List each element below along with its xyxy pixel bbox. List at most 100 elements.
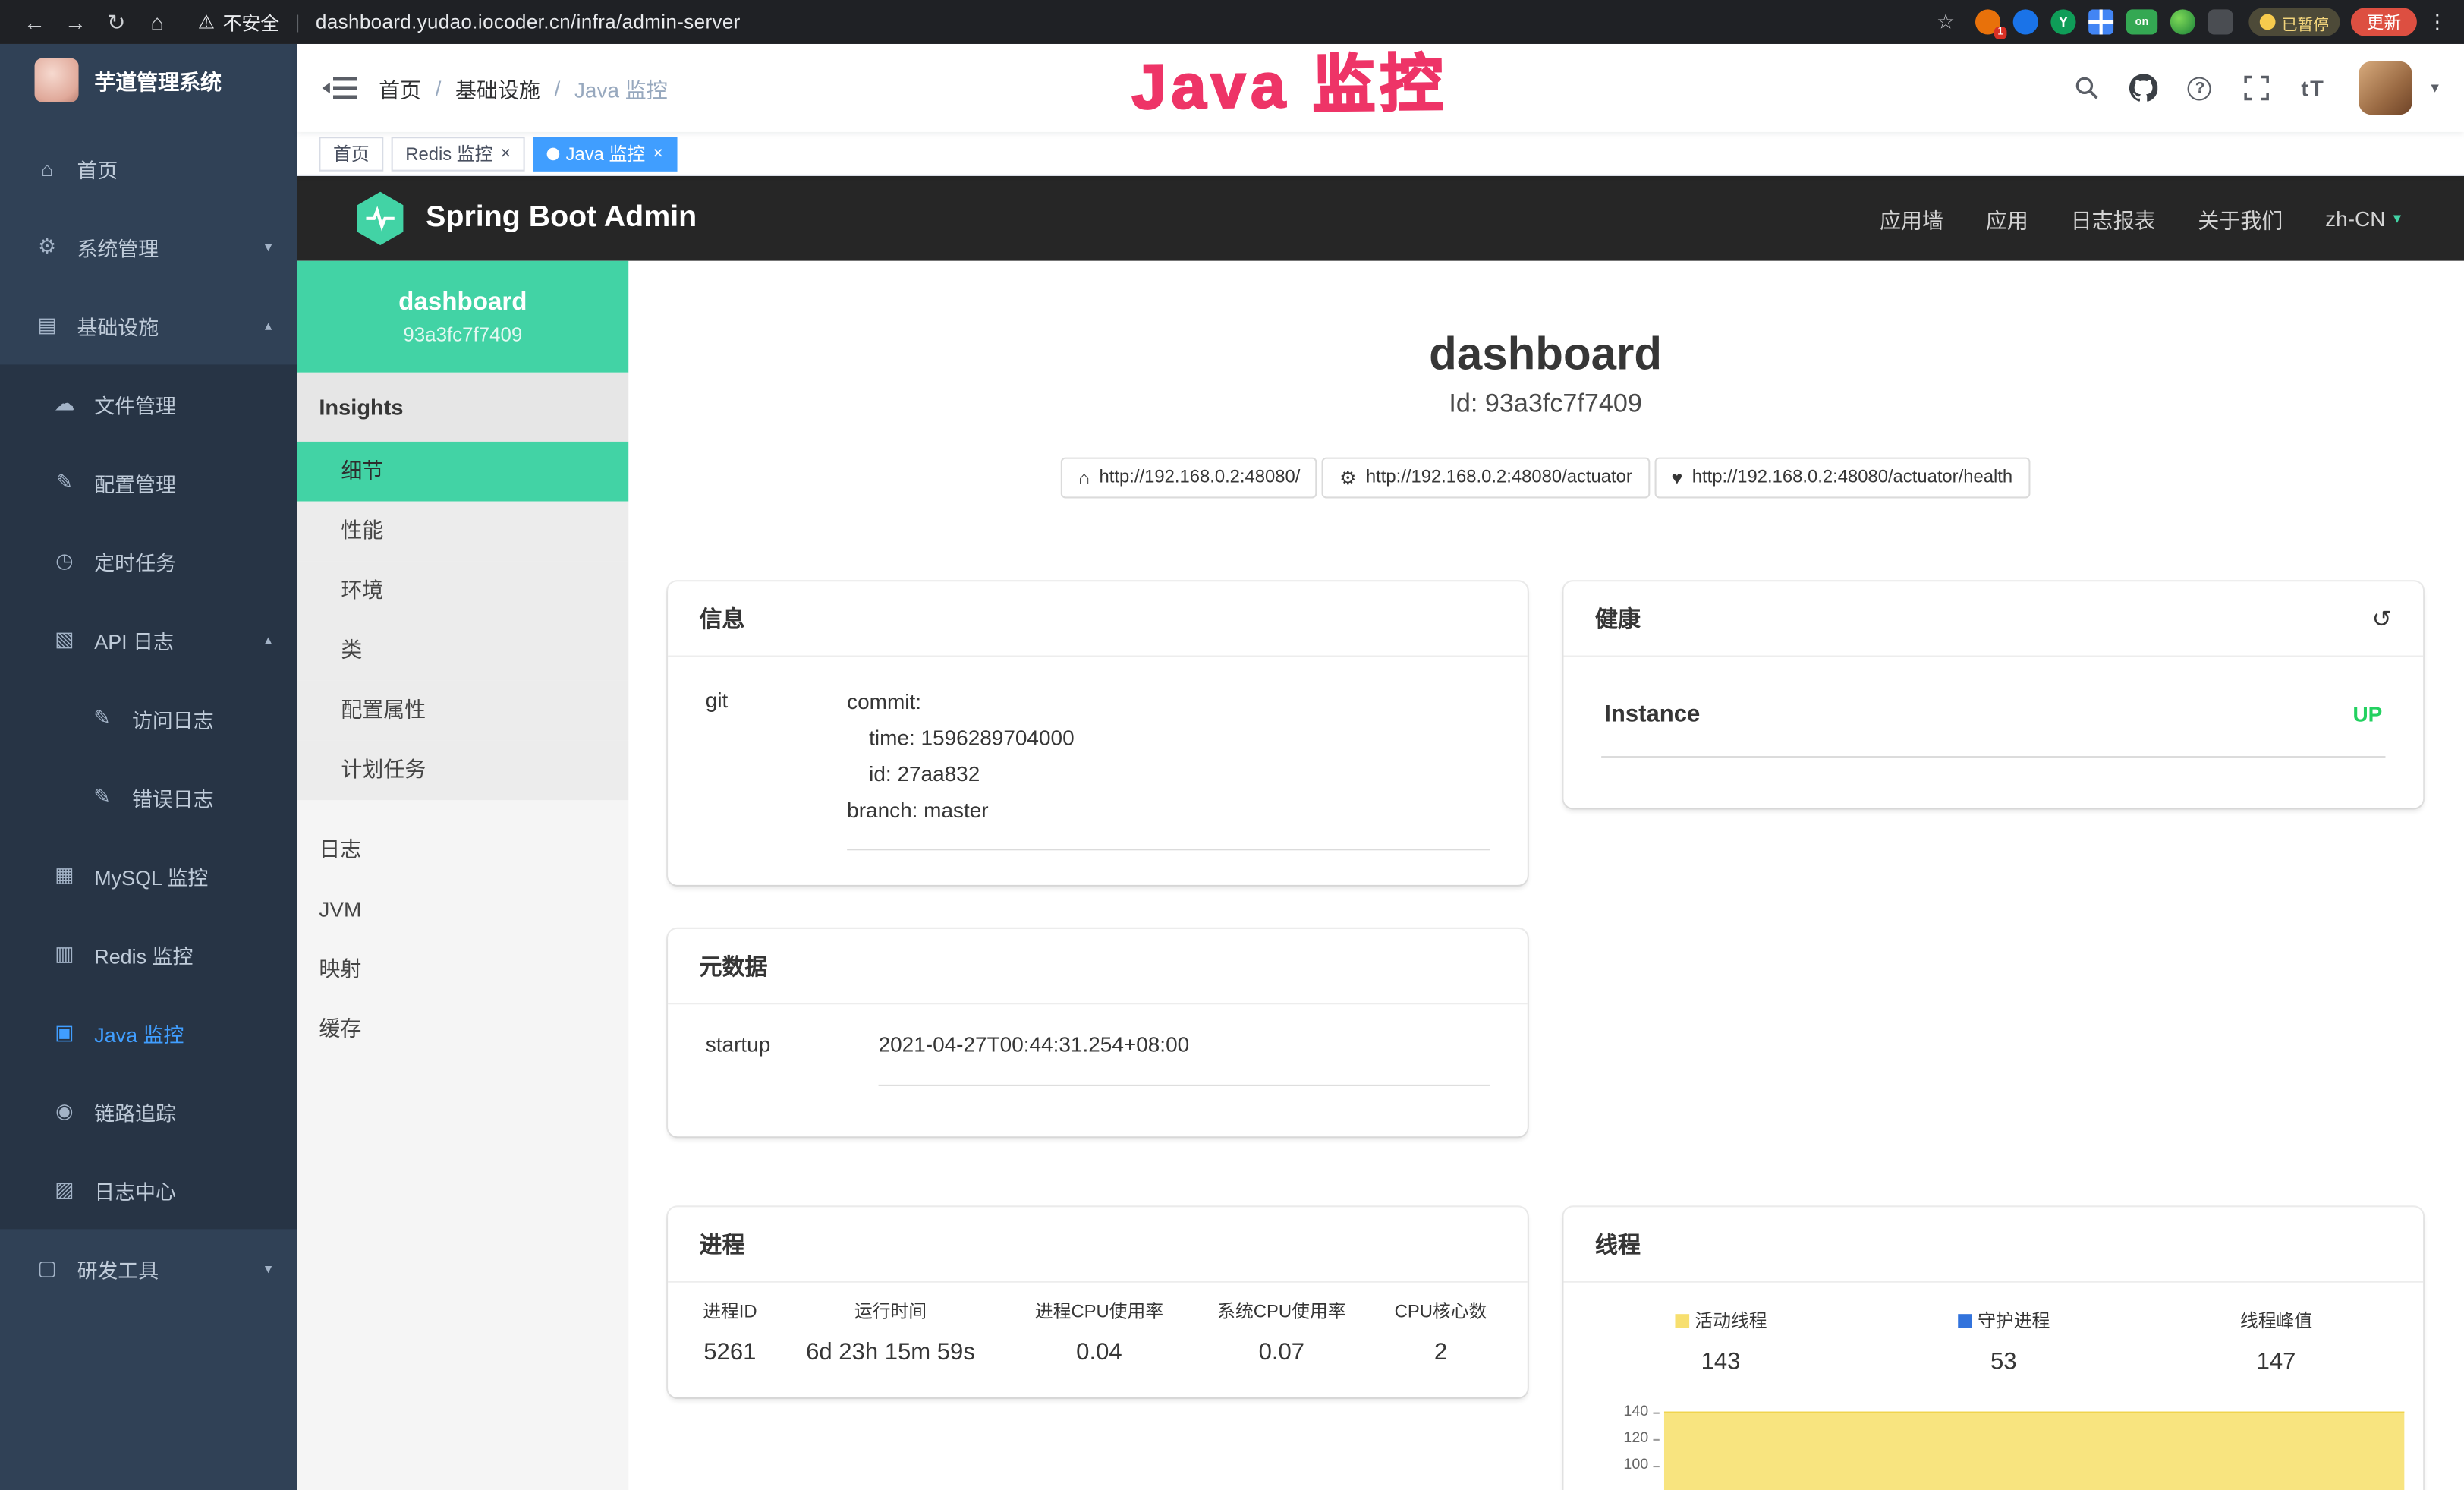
blue-legend-swatch <box>1957 1313 1972 1328</box>
sba-nav-wallboard[interactable]: 应用墙 <box>1880 203 1943 234</box>
git-commit-line: commit: <box>847 685 1490 721</box>
breadcrumb-infrastructure[interactable]: 基础设施 <box>455 72 540 103</box>
close-icon[interactable]: × <box>653 143 663 162</box>
sidebar-item-label: MySQL 监控 <box>94 861 208 890</box>
history-icon[interactable]: ↺ <box>2372 604 2392 632</box>
sidebar-item-label: 基础设施 <box>77 310 159 340</box>
threads-chart-band <box>1664 1412 2404 1490</box>
sba-item-scheduled-tasks[interactable]: 计划任务 <box>297 740 628 800</box>
sidebar-item-infrastructure[interactable]: ▤ 基础设施 ▴ <box>0 286 297 365</box>
card-title: 信息 <box>700 602 745 635</box>
sba-group-insights: Insights <box>297 373 628 442</box>
sba-item-mappings[interactable]: 映射 <box>297 940 628 1000</box>
sidebar-item-home[interactable]: ⌂ 首页 <box>0 129 297 208</box>
extension-leaf-icon[interactable] <box>2170 9 2195 34</box>
sidebar-item-config-mgmt[interactable]: ✎ 配置管理 <box>0 443 297 522</box>
tab-java-monitor[interactable]: Java 监控 × <box>533 136 677 171</box>
sba-item-caches[interactable]: 缓存 <box>297 1000 628 1060</box>
sba-item-classes[interactable]: 类 <box>297 621 628 681</box>
sidebar-item-label: 定时任务 <box>94 547 176 576</box>
breadcrumb-separator: / <box>436 76 442 99</box>
sba-item-logs[interactable]: 日志 <box>297 821 628 880</box>
link-actuator-url[interactable]: ⚙ http://192.168.0.2:48080/actuator <box>1322 458 1649 499</box>
close-icon[interactable]: × <box>501 143 511 162</box>
wrench-icon: ⚙ <box>1339 467 1356 489</box>
sba-item-environment[interactable]: 环境 <box>297 561 628 621</box>
link-health-url[interactable]: ♥ http://192.168.0.2:48080/actuator/heal… <box>1654 458 2030 499</box>
sidebar-item-system-mgmt[interactable]: ⚙ 系统管理 ▾ <box>0 207 297 286</box>
page-title: dashboard <box>668 330 2423 382</box>
collapse-sidebar-button[interactable] <box>323 74 357 102</box>
sba-item-config-properties[interactable]: 配置属性 <box>297 681 628 741</box>
reload-button[interactable]: ↻ <box>97 8 135 35</box>
sba-nav-applications[interactable]: 应用 <box>1986 203 2028 234</box>
forward-button[interactable]: → <box>57 9 95 34</box>
sidebar-item-link-tracing[interactable]: ◉ 链路追踪 <box>0 1072 297 1151</box>
sba-item-details[interactable]: 细节 <box>297 442 628 502</box>
address-bar[interactable]: dashboard.yudao.iocoder.cn/infra/admin-s… <box>316 11 741 33</box>
sidebar-item-label: 首页 <box>77 153 118 183</box>
sidebar-item-scheduled-jobs[interactable]: ◷ 定时任务 <box>0 522 297 601</box>
link-root-url[interactable]: ⌂ http://192.168.0.2:48080/ <box>1061 458 1317 499</box>
card-title: 健康 <box>1595 602 1641 635</box>
metadata-key: startup <box>706 1033 879 1086</box>
process-card: 进程 进程ID 运行时间 进程CPU使用率 系统CPU使用率 CPU <box>668 1207 1528 1397</box>
chevron-down-icon: ▾ <box>2393 209 2401 227</box>
sidebar-item-error-logs[interactable]: ✎ 错误日志 <box>0 758 297 836</box>
paused-label: 已暂停 <box>2282 10 2329 33</box>
sidebar-item-java-monitor[interactable]: ▣ Java 监控 <box>0 994 297 1073</box>
sidebar-item-label: Java 监控 <box>94 1018 184 1047</box>
docs-button[interactable]: ? <box>2179 68 2220 109</box>
back-button[interactable]: ← <box>16 9 54 34</box>
sba-instance-header[interactable]: dashboard 93a3fc7f7409 <box>297 261 628 373</box>
chrome-menu-icon[interactable]: ⋮ <box>2426 9 2448 34</box>
threads-chart-plot <box>1661 1400 2411 1490</box>
extension-green-icon[interactable]: Y <box>2050 9 2075 34</box>
tab-home[interactable]: 首页 <box>319 136 383 171</box>
tab-redis-monitor[interactable]: Redis 监控 × <box>392 136 525 171</box>
sidebar-item-dev-tools[interactable]: ▢ 研发工具 ▾ <box>0 1229 297 1308</box>
font-size-button[interactable]: tT <box>2292 68 2333 109</box>
app-logo[interactable]: 芋道管理系统 <box>0 44 297 116</box>
page-instance-id: Id: 93a3fc7f7409 <box>668 390 2423 420</box>
extension-grid-icon[interactable] <box>2088 9 2113 34</box>
extension-puzzle-icon[interactable] <box>2208 9 2233 34</box>
sba-nav-about[interactable]: 关于我们 <box>2198 203 2283 234</box>
bookmark-star-icon[interactable]: ☆ <box>1937 9 1955 34</box>
sidebar-item-log-center[interactable]: ▨ 日志中心 <box>0 1151 297 1230</box>
sidebar-item-access-logs[interactable]: ✎ 访问日志 <box>0 679 297 758</box>
sidebar-item-redis-monitor[interactable]: ▥ Redis 监控 <box>0 915 297 994</box>
extension-blue-icon[interactable] <box>2013 9 2038 34</box>
cards-grid: 信息 git commit: time: 1596289704000 id: 2… <box>668 581 2423 1490</box>
git-branch-line: branch: master <box>847 793 1490 829</box>
spring-boot-admin-logo[interactable] <box>354 192 407 245</box>
fullscreen-button[interactable] <box>2236 68 2277 109</box>
threads-card-body: 活动线程 143 守护进程 <box>1563 1283 2423 1490</box>
metadata-card-header: 元数据 <box>668 929 1528 1004</box>
sba-item-performance[interactable]: 性能 <box>297 502 628 562</box>
search-button[interactable] <box>2066 68 2107 109</box>
sba-item-jvm[interactable]: JVM <box>297 880 628 940</box>
chrome-update-button[interactable]: 更新 <box>2351 8 2417 36</box>
extension-on-icon[interactable]: on <box>2126 9 2157 34</box>
github-button[interactable] <box>2123 68 2164 109</box>
instance-health-label[interactable]: Instance <box>1604 701 1700 728</box>
browser-home-button[interactable]: ⌂ <box>138 9 176 34</box>
site-security-chip[interactable]: ⚠ 不安全 <box>198 8 279 35</box>
extension-badge: 1 <box>1994 27 2006 39</box>
language-selector[interactable]: zh-CN ▾ <box>2325 206 2401 230</box>
sidebar-item-api-logs[interactable]: ▧ API 日志 ▴ <box>0 600 297 679</box>
legend-value: 143 <box>1674 1349 1767 1375</box>
user-avatar[interactable] <box>2359 61 2412 115</box>
avatar-caret-icon[interactable]: ▾ <box>2431 80 2438 97</box>
security-label: 不安全 <box>223 8 280 35</box>
breadcrumb-current: Java 监控 <box>574 72 668 103</box>
sba-nav-journal[interactable]: 日志报表 <box>2071 203 2156 234</box>
info-key: git <box>706 685 847 850</box>
extension-orange-icon[interactable]: 1 <box>1975 9 2000 34</box>
sidebar-item-label: 系统管理 <box>77 232 159 261</box>
breadcrumb-home[interactable]: 首页 <box>379 72 421 103</box>
sidebar-item-mysql-monitor[interactable]: ▦ MySQL 监控 <box>0 836 297 915</box>
sidebar-item-file-mgmt[interactable]: ☁ 文件管理 <box>0 364 297 443</box>
profile-paused-pill[interactable]: 已暂停 <box>2248 8 2340 36</box>
